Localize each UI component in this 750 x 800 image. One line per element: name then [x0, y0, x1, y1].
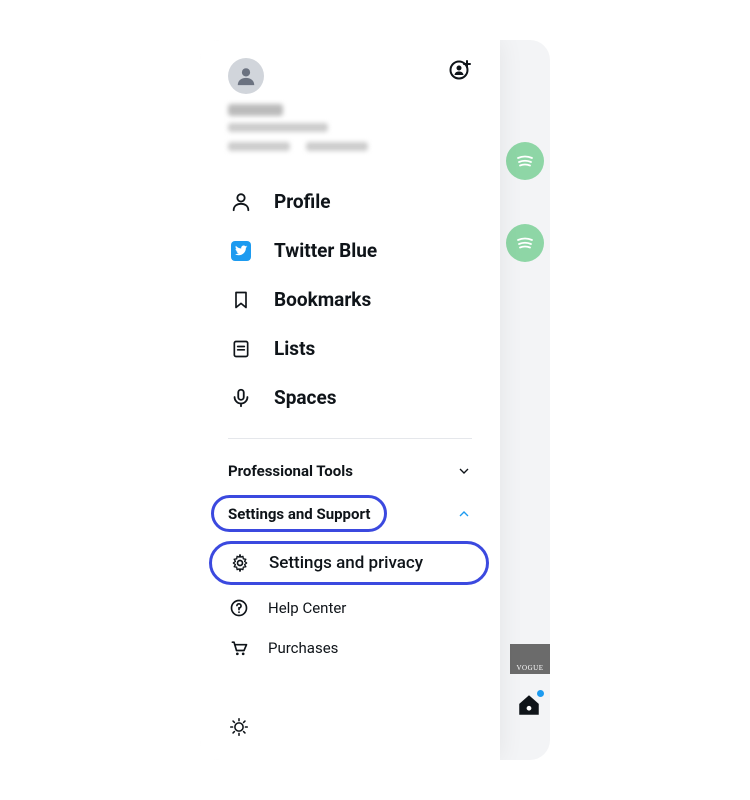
section-label: Settings and Support: [228, 505, 370, 523]
gear-icon: [230, 553, 250, 573]
user-handle-blurred: [228, 123, 328, 132]
add-account-button[interactable]: [448, 58, 472, 86]
nav-label: Bookmarks: [274, 288, 371, 311]
nav-item-spaces[interactable]: Spaces: [200, 373, 500, 422]
background-feed-strip: VOGUE: [500, 40, 550, 760]
nav-label: Lists: [274, 337, 315, 360]
section-header-professional-tools[interactable]: Professional Tools: [228, 451, 472, 491]
nav-label: Twitter Blue: [274, 239, 377, 262]
submenu-label: Help Center: [268, 599, 346, 617]
submenu-item-settings-privacy[interactable]: Settings and privacy: [209, 541, 489, 585]
user-stats-blurred: [228, 142, 472, 151]
spotify-avatar: [506, 224, 544, 262]
help-icon: [229, 598, 249, 618]
nav-item-twitter-blue[interactable]: Twitter Blue: [200, 226, 500, 275]
user-name-blurred: [228, 104, 283, 116]
sun-icon: [228, 716, 250, 738]
bottom-home-button[interactable]: [516, 692, 542, 722]
bookmark-icon: [231, 289, 251, 311]
submenu-label: Settings and privacy: [269, 553, 423, 573]
nav-label: Profile: [274, 190, 331, 213]
submenu-item-purchases[interactable]: Purchases: [200, 628, 500, 668]
chevron-up-icon: [456, 506, 472, 522]
section-settings-support: Settings and Support: [200, 491, 500, 534]
spotify-avatar: [506, 142, 544, 180]
person-icon: [235, 65, 257, 87]
nav-item-lists[interactable]: Lists: [200, 324, 500, 373]
spotify-icon: [513, 149, 537, 173]
add-account-icon: [448, 58, 472, 82]
spotify-icon: [513, 231, 537, 255]
user-info: [200, 104, 500, 163]
phone-frame: VOGUE: [200, 40, 550, 760]
user-avatar[interactable]: [228, 58, 264, 94]
nav-item-profile[interactable]: Profile: [200, 177, 500, 226]
lists-icon: [231, 338, 251, 360]
vogue-avatar: VOGUE: [510, 644, 550, 674]
section-header-settings-support[interactable]: Settings and Support: [228, 493, 472, 534]
notification-dot-icon: [537, 690, 544, 697]
section-professional-tools: Professional Tools: [200, 439, 500, 491]
nav-item-bookmarks[interactable]: Bookmarks: [200, 275, 500, 324]
drawer-header: [200, 40, 500, 104]
profile-icon: [230, 191, 252, 213]
primary-nav: Profile Twitter Blue Bookmarks: [200, 163, 500, 428]
section-label: Professional Tools: [228, 462, 353, 480]
navigation-drawer: Profile Twitter Blue Bookmarks: [200, 40, 500, 760]
submenu-item-help-center[interactable]: Help Center: [200, 588, 500, 628]
theme-toggle-button[interactable]: [228, 716, 250, 742]
nav-label: Spaces: [274, 386, 336, 409]
drawer-footer: [200, 706, 500, 760]
settings-support-submenu: Settings and privacy Help Center: [200, 534, 500, 668]
cart-icon: [229, 638, 249, 658]
twitter-blue-icon: [231, 241, 251, 261]
submenu-label: Purchases: [268, 639, 338, 657]
highlight-ring: Settings and Support: [211, 495, 387, 532]
spaces-icon: [230, 387, 252, 409]
chevron-down-icon: [456, 463, 472, 479]
